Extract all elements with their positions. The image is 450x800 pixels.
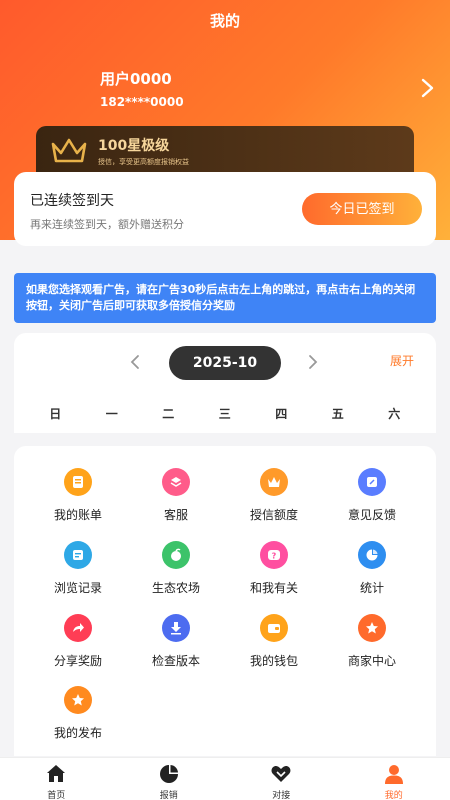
sign-in-card: 已连续签到天 再来连续签到天，额外赠送积分 今日已签到	[14, 172, 436, 246]
signed-today-button[interactable]: 今日已签到	[302, 193, 422, 225]
tab-label: 对接	[272, 791, 291, 800]
weekday-label: 日	[49, 407, 62, 421]
chevron-left-icon[interactable]	[128, 351, 142, 373]
vip-description: 授信，享受更高额度报销权益	[98, 158, 189, 166]
menu-related-to-me[interactable]: ? 和我有关	[224, 541, 324, 601]
menu-eco-farm[interactable]: 生态农场	[126, 541, 226, 601]
calendar: 2025-10 展开 日 一 二 三 四 五 六	[14, 333, 436, 433]
weekday-label: 四	[275, 407, 288, 421]
publish-star-icon	[64, 686, 92, 714]
question-icon: ?	[260, 541, 288, 569]
calendar-month[interactable]: 2025-10	[169, 346, 281, 380]
customer-service-icon	[162, 468, 190, 496]
page-title: 我的	[209, 12, 240, 30]
tab-home[interactable]: 首页	[0, 758, 113, 800]
menu-label: 客服	[163, 508, 188, 522]
farm-icon	[162, 541, 190, 569]
calendar-expand-button[interactable]: 展开	[390, 352, 414, 369]
ad-notice-banner: 如果您选择观看广告，请在广告30秒后点击左上角的跳过，再点击右上角的关闭按钮，关…	[14, 273, 436, 323]
weekday-label: 二	[162, 407, 175, 421]
feature-grid: 我的账单 客服 授信额度 意见反馈 浏览记录 生态农场 ? 和我有关 统计 分享…	[14, 446, 436, 756]
menu-label: 授信额度	[249, 508, 298, 522]
history-icon	[64, 541, 92, 569]
download-icon	[162, 614, 190, 642]
home-icon	[47, 765, 65, 782]
tab-mine[interactable]: 我的	[338, 758, 450, 800]
tab-label: 我的	[384, 791, 403, 800]
menu-merchant-center[interactable]: 商家中心	[322, 614, 422, 674]
menu-check-version[interactable]: 检查版本	[126, 614, 226, 674]
star-icon	[358, 614, 386, 642]
menu-label: 检查版本	[151, 654, 200, 668]
tab-label: 报销	[159, 791, 178, 800]
menu-customer-service[interactable]: 客服	[126, 468, 226, 528]
crown-icon	[260, 468, 288, 496]
sign-streak-title: 已连续签到天	[30, 193, 114, 209]
pie-chart-icon	[358, 541, 386, 569]
crown-icon	[51, 138, 87, 163]
sign-streak-subtitle: 再来连续签到天，额外赠送积分	[30, 218, 184, 231]
chevron-right-icon[interactable]	[306, 351, 320, 373]
menu-credit-limit[interactable]: 授信额度	[224, 468, 324, 528]
menu-label: 分享奖励	[53, 654, 102, 668]
menu-label: 我的账单	[53, 508, 102, 522]
pie-icon	[159, 765, 178, 783]
menu-label: 生态农场	[151, 581, 200, 595]
menu-label: 意见反馈	[347, 508, 396, 522]
menu-label: 统计	[359, 581, 384, 595]
wallet-icon	[260, 614, 288, 642]
menu-share-reward[interactable]: 分享奖励	[28, 614, 128, 674]
user-icon	[384, 765, 403, 784]
menu-my-bill[interactable]: 我的账单	[28, 468, 128, 528]
svg-text:?: ?	[272, 552, 277, 561]
weekday-label: 三	[218, 407, 231, 421]
menu-my-posts[interactable]: 我的发布	[28, 686, 128, 746]
menu-label: 浏览记录	[53, 581, 102, 595]
vip-level: 100星极级	[98, 138, 170, 154]
weekday-label: 五	[331, 407, 344, 421]
calendar-weekdays: 日 一 二 三 四 五 六	[14, 405, 436, 422]
menu-feedback[interactable]: 意见反馈	[322, 468, 422, 528]
tab-connect[interactable]: 对接	[225, 758, 338, 800]
menu-label: 我的钱包	[249, 654, 298, 668]
bottom-tab-bar: 首页 报销 对接 我的	[0, 757, 450, 800]
handshake-icon	[271, 766, 291, 782]
menu-my-wallet[interactable]: 我的钱包	[224, 614, 324, 674]
weekday-label: 一	[105, 407, 118, 421]
feedback-icon	[358, 468, 386, 496]
tab-reimburse[interactable]: 报销	[113, 758, 226, 800]
chevron-right-icon[interactable]	[416, 76, 438, 100]
menu-statistics[interactable]: 统计	[322, 541, 422, 601]
share-icon	[64, 614, 92, 642]
menu-label: 和我有关	[249, 581, 298, 595]
bill-icon	[64, 468, 92, 496]
menu-label: 我的发布	[53, 726, 102, 740]
user-phone: 182****0000	[100, 95, 184, 109]
tab-label: 首页	[47, 791, 66, 800]
menu-browse-history[interactable]: 浏览记录	[28, 541, 128, 601]
menu-label: 商家中心	[347, 654, 396, 668]
weekday-label: 六	[388, 407, 401, 421]
user-name: 用户0000	[100, 70, 172, 88]
